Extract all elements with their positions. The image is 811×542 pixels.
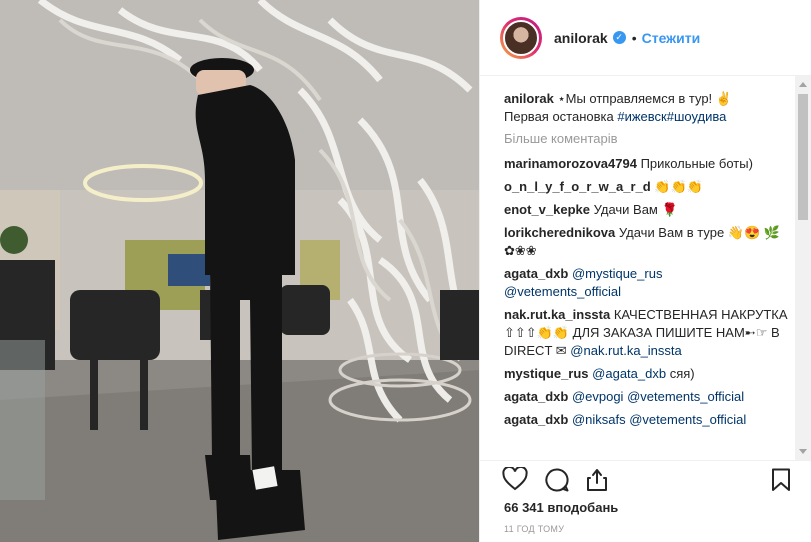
comment-username[interactable]: enot_v_kepke	[504, 202, 590, 217]
follow-button[interactable]: Стежити	[642, 30, 701, 46]
comments-scrollbar[interactable]	[795, 76, 811, 460]
avatar[interactable]	[500, 16, 542, 59]
hashtag-link[interactable]: #шоудива	[667, 109, 727, 124]
scroll-up-arrow-icon[interactable]	[799, 82, 807, 87]
hashtag-link[interactable]: #ижевск	[617, 109, 666, 124]
mention-link[interactable]: @evpogi	[572, 389, 624, 404]
comment-item: agata_dxb @mystique_rus @vetements_offic…	[504, 265, 796, 301]
load-more-comments[interactable]: Більше коментарів	[504, 130, 796, 148]
mention-link[interactable]: @agata_dxb	[592, 366, 666, 381]
mention-link[interactable]: @nak.rut.ka_inssta	[570, 343, 681, 358]
comment-username[interactable]: nak.rut.ka_inssta	[504, 307, 610, 322]
comment-item: agata_dxb @niksafs @vetements_official	[504, 411, 796, 429]
caption-username[interactable]: anilorak	[504, 91, 554, 106]
avatar-image	[503, 19, 539, 56]
comment-username[interactable]: marinamorozova4794	[504, 156, 637, 171]
verified-badge-icon: ✓	[612, 31, 626, 44]
comment-text: Удачи Вам 🌹	[590, 202, 678, 217]
comment-username[interactable]: lorikcherednikova	[504, 225, 615, 240]
caption-text: ⋆Мы отправляемся в тур! ✌	[553, 91, 732, 106]
post-timestamp[interactable]: 11 год тому	[504, 524, 564, 534]
comment-text: Прикольные боты)	[636, 156, 753, 171]
comment-item: enot_v_kepke Удачи Вам 🌹	[504, 201, 796, 219]
post-photo[interactable]	[0, 0, 479, 542]
comment-username[interactable]: agata_dxb	[504, 266, 568, 281]
post-actions	[480, 460, 811, 496]
post-caption: anilorak ⋆Мы отправляемся в тур! ✌ Перва…	[504, 90, 796, 126]
post-username[interactable]: anilorak	[554, 30, 608, 46]
comments-list[interactable]: anilorak ⋆Мы отправляемся в тур! ✌ Перва…	[480, 76, 796, 460]
post-header: anilorak ✓ • Стежити	[480, 0, 811, 76]
comment-item: mystique_rus @agata_dxb сяя)	[504, 365, 796, 383]
comment-username[interactable]: mystique_rus	[504, 366, 589, 381]
heart-icon[interactable]	[502, 467, 528, 491]
comment-item: nak.rut.ka_inssta КАЧЕСТВЕННАЯ НАКРУТКА …	[504, 306, 796, 360]
mention-link[interactable]: @vetements_official	[504, 284, 621, 299]
likes-count[interactable]: 66 341 вподобань	[504, 500, 618, 515]
mention-link[interactable]: @vetements_official	[627, 389, 744, 404]
mention-link[interactable]: @niksafs	[572, 412, 626, 427]
share-icon[interactable]	[584, 467, 610, 493]
mention-link[interactable]: @vetements_official	[629, 412, 746, 427]
scrollbar-thumb[interactable]	[798, 94, 808, 220]
comment-username[interactable]: agata_dxb	[504, 412, 568, 427]
comment-item: o_n_l_y_f_o_r_w_a_r_d 👏👏👏	[504, 178, 796, 196]
comment-text: сяя)	[666, 366, 695, 381]
post-panel: anilorak ✓ • Стежити anilorak ⋆Мы отправ…	[479, 0, 811, 542]
comment-icon[interactable]	[544, 467, 570, 493]
mention-link[interactable]: @mystique_rus	[572, 266, 663, 281]
scroll-down-arrow-icon[interactable]	[799, 449, 807, 454]
post-image	[0, 0, 479, 542]
caption-text-line2: Первая остановка	[504, 109, 618, 124]
comment-username[interactable]: agata_dxb	[504, 389, 568, 404]
bookmark-icon[interactable]	[770, 467, 792, 493]
comment-username[interactable]: o_n_l_y_f_o_r_w_a_r_d	[504, 179, 651, 194]
comment-item: lorikcherednikova Удачи Вам в туре 👋😍 🌿✿…	[504, 224, 796, 260]
comment-item: agata_dxb @evpogi @vetements_official	[504, 388, 796, 406]
comment-item: marinamorozova4794 Прикольные боты)	[504, 155, 796, 173]
separator-dot: •	[631, 29, 637, 46]
comment-text: 👏👏👏	[650, 179, 703, 194]
